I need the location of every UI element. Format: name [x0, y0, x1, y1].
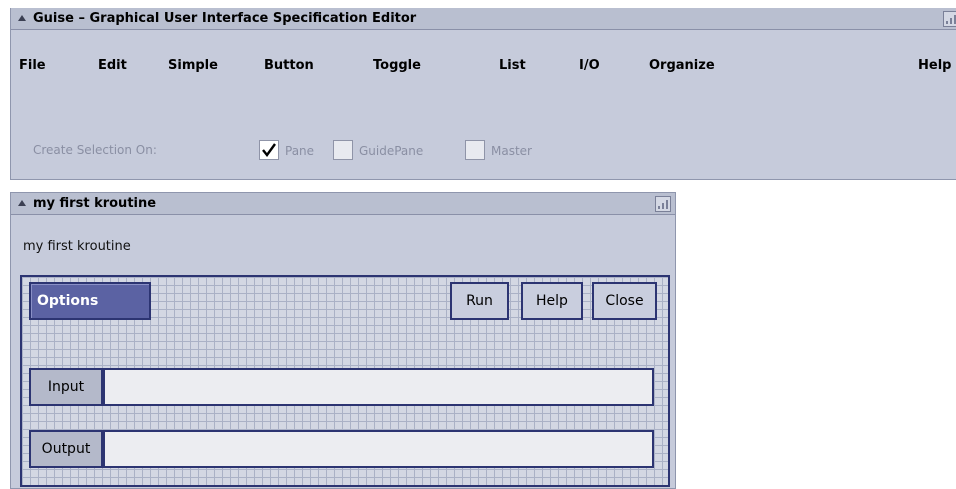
master-checkbox[interactable] — [465, 140, 485, 160]
master-checkbox-label: Master — [491, 144, 532, 158]
menu-organize[interactable]: Organize — [649, 58, 715, 73]
window-menu-icon[interactable] — [18, 200, 26, 206]
output-field[interactable] — [103, 430, 654, 468]
kroutine-window-title: my first kroutine — [33, 196, 157, 211]
create-selection-row: Create Selection On: Pane GuidePane Mast… — [33, 140, 633, 162]
window-menu-icon[interactable] — [18, 15, 26, 21]
menubar: File Edit Simple Button Toggle List I/O … — [11, 58, 956, 78]
menu-file[interactable]: File — [19, 58, 46, 73]
menu-list[interactable]: List — [499, 58, 526, 73]
guise-main-window: Guise – Graphical User Interface Specifi… — [10, 8, 956, 180]
run-button[interactable]: Run — [450, 282, 509, 320]
help-button[interactable]: Help — [521, 282, 583, 320]
resize-icon[interactable] — [655, 196, 671, 212]
resize-icon[interactable] — [943, 11, 956, 27]
menu-toggle[interactable]: Toggle — [373, 58, 421, 73]
kroutine-subtitle: my first kroutine — [23, 239, 131, 254]
menu-edit[interactable]: Edit — [98, 58, 127, 73]
kroutine-titlebar[interactable]: my first kroutine — [11, 193, 675, 215]
input-field[interactable] — [103, 368, 654, 406]
menu-help[interactable]: Help — [918, 58, 951, 73]
menu-button[interactable]: Button — [264, 58, 314, 73]
pane-checkbox-label: Pane — [285, 144, 315, 158]
main-window-title: Guise – Graphical User Interface Specifi… — [33, 11, 417, 26]
pane-checkbox[interactable] — [259, 140, 279, 160]
menu-simple[interactable]: Simple — [168, 58, 218, 73]
close-button[interactable]: Close — [592, 282, 657, 320]
menu-io[interactable]: I/O — [579, 58, 600, 73]
input-button[interactable]: Input — [29, 368, 103, 406]
options-button[interactable]: Options — [29, 282, 151, 320]
create-selection-label: Create Selection On: — [33, 143, 157, 157]
kroutine-pane: Options Run Help Close Input Output — [20, 275, 670, 487]
kroutine-window: my first kroutine my first kroutine Opti… — [10, 192, 676, 489]
main-titlebar[interactable]: Guise – Graphical User Interface Specifi… — [11, 8, 956, 30]
checkmark-icon — [262, 143, 276, 157]
output-button[interactable]: Output — [29, 430, 103, 468]
guidepane-checkbox[interactable] — [333, 140, 353, 160]
guidepane-checkbox-label: GuidePane — [359, 144, 424, 158]
